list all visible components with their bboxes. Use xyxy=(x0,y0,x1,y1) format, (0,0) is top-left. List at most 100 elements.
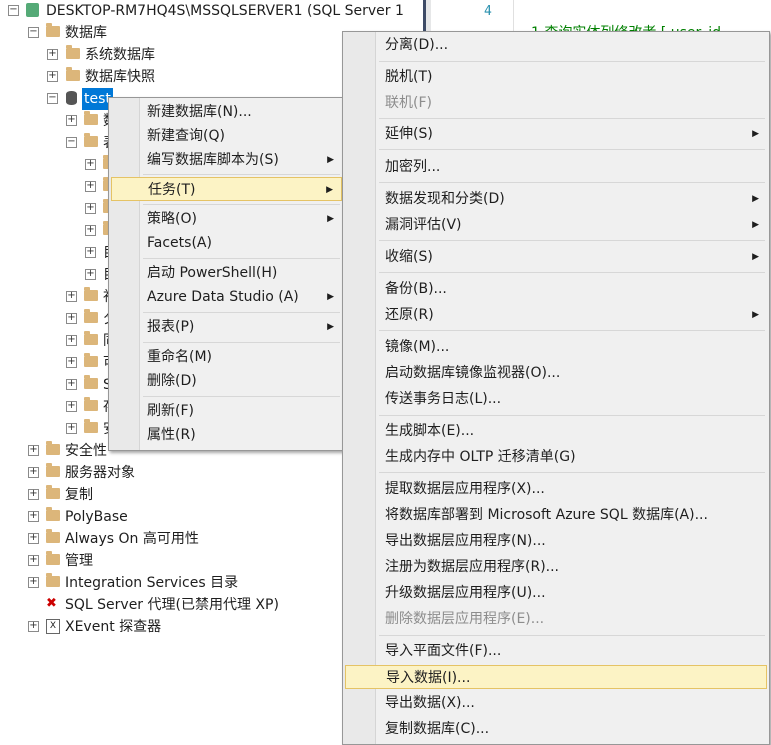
expand-icon[interactable]: + xyxy=(28,555,39,566)
menu-item-new-query[interactable]: 新建查询(Q) xyxy=(111,124,342,148)
menu-item-copy-database[interactable]: 复制数据库(C)... xyxy=(345,717,767,741)
menu-item-label: 升级数据层应用程序(U)... xyxy=(385,585,546,601)
expand-icon[interactable]: + xyxy=(85,203,96,214)
security-label: 安全性 xyxy=(65,443,107,459)
menu-item-label: 刷新(F) xyxy=(147,403,194,419)
database-context-menu: 新建数据库(N)... 新建查询(Q) 编写数据库脚本为(S) ▶ 任务(T) ▶ … xyxy=(108,97,345,451)
menu-item-label: 还原(R) xyxy=(385,307,434,323)
expand-icon[interactable]: + xyxy=(85,247,96,258)
expand-icon[interactable]: + xyxy=(66,115,77,126)
menu-item-encrypt-columns[interactable]: 加密列... xyxy=(345,155,767,179)
folder-icon xyxy=(46,485,60,499)
menu-item-facets[interactable]: Facets(A) xyxy=(111,231,342,255)
menu-item-export-dac[interactable]: 导出数据层应用程序(N)... xyxy=(345,529,767,553)
menu-item-label: 导出数据(X)... xyxy=(385,695,475,711)
menu-item-refresh[interactable]: 刷新(F) xyxy=(111,399,342,423)
expand-icon[interactable]: + xyxy=(85,269,96,280)
expand-icon[interactable]: + xyxy=(47,71,58,82)
expand-icon[interactable]: + xyxy=(28,621,39,632)
folder-icon xyxy=(46,441,60,455)
menu-item-label: 将数据库部署到 Microsoft Azure SQL 数据库(A)... xyxy=(385,507,708,523)
submenu-arrow-icon: ▶ xyxy=(327,214,334,224)
menu-item-oltp-checklist[interactable]: 生成内存中 OLTP 迁移清单(G) xyxy=(345,445,767,469)
menu-item-vulnerability[interactable]: 漏洞评估(V) ▶ xyxy=(345,213,767,237)
expand-icon[interactable]: + xyxy=(28,467,39,478)
menu-item-label: 加密列... xyxy=(385,159,441,175)
menu-item-extract-dac[interactable]: 提取数据层应用程序(X)... xyxy=(345,477,767,501)
menu-item-log-shipping[interactable]: 传送事务日志(L)... xyxy=(345,387,767,411)
menu-separator xyxy=(379,240,765,241)
menu-item-shrink[interactable]: 收缩(S) ▶ xyxy=(345,245,767,269)
menu-item-properties[interactable]: 属性(R) xyxy=(111,423,342,447)
integration-label: Integration Services 目录 xyxy=(65,575,239,591)
menu-item-tasks[interactable]: 任务(T) ▶ xyxy=(111,177,342,201)
collapse-icon[interactable]: − xyxy=(47,93,58,104)
menu-item-data-discovery[interactable]: 数据发现和分类(D) ▶ xyxy=(345,187,767,211)
menu-item-import-data[interactable]: 导入数据(I)... xyxy=(345,665,767,689)
menu-item-label: 注册为数据层应用程序(R)... xyxy=(385,559,560,575)
menu-item-deploy-azure[interactable]: 将数据库部署到 Microsoft Azure SQL 数据库(A)... xyxy=(345,503,767,527)
menu-separator xyxy=(379,61,765,62)
expand-icon[interactable]: + xyxy=(66,291,77,302)
menu-item-new-database[interactable]: 新建数据库(N)... xyxy=(111,100,342,124)
menu-item-mirror-monitor[interactable]: 启动数据库镜像监视器(O)... xyxy=(345,361,767,385)
expand-icon[interactable]: + xyxy=(85,225,96,236)
menu-separator xyxy=(379,149,765,150)
menu-item-rename[interactable]: 重命名(M) xyxy=(111,345,342,369)
folder-icon xyxy=(84,397,98,411)
menu-item-policies[interactable]: 策略(O) ▶ xyxy=(111,207,342,231)
expand-icon[interactable]: + xyxy=(28,489,39,500)
menu-item-script-database[interactable]: 编写数据库脚本为(S) ▶ xyxy=(111,148,342,172)
menu-item-register-dac[interactable]: 注册为数据层应用程序(R)... xyxy=(345,555,767,579)
expand-icon[interactable]: + xyxy=(28,445,39,456)
menu-item-restore[interactable]: 还原(R) ▶ xyxy=(345,303,767,327)
menu-item-generate-scripts[interactable]: 生成脚本(E)... xyxy=(345,419,767,443)
menu-item-label: 传送事务日志(L)... xyxy=(385,391,502,407)
menu-separator xyxy=(143,258,340,259)
expand-icon[interactable]: + xyxy=(66,423,77,434)
menu-item-export-data[interactable]: 导出数据(X)... xyxy=(345,691,767,715)
menu-item-label: Facets(A) xyxy=(147,235,212,251)
menu-item-reports[interactable]: 报表(P) ▶ xyxy=(111,315,342,339)
collapse-icon[interactable]: − xyxy=(8,5,19,16)
menu-separator xyxy=(379,272,765,273)
collapse-icon[interactable]: − xyxy=(28,27,39,38)
menu-item-label: 复制数据库(C)... xyxy=(385,721,490,737)
expand-icon[interactable]: + xyxy=(28,533,39,544)
menu-item-label: 启动数据库镜像监视器(O)... xyxy=(385,365,561,381)
menu-item-upgrade-dac[interactable]: 升级数据层应用程序(U)... xyxy=(345,581,767,605)
expand-icon[interactable]: + xyxy=(85,159,96,170)
folder-icon xyxy=(84,331,98,345)
expand-icon[interactable]: + xyxy=(28,577,39,588)
menu-item-import-flat-file[interactable]: 导入平面文件(F)... xyxy=(345,639,767,663)
expand-icon[interactable]: + xyxy=(66,313,77,324)
menu-item-azure-data-studio[interactable]: Azure Data Studio (A) ▶ xyxy=(111,285,342,309)
expand-icon[interactable]: + xyxy=(85,181,96,192)
menu-item-detach[interactable]: 分离(D)... xyxy=(345,33,767,57)
menu-item-label: 漏洞评估(V) xyxy=(385,217,462,233)
menu-item-label: 脱机(T) xyxy=(385,69,433,85)
menu-item-powershell[interactable]: 启动 PowerShell(H) xyxy=(111,261,342,285)
server-icon xyxy=(26,3,39,17)
databases-label: 数据库 xyxy=(65,25,107,41)
menu-item-backup[interactable]: 备份(B)... xyxy=(345,277,767,301)
menu-item-delete[interactable]: 删除(D) xyxy=(111,369,342,393)
expand-icon[interactable]: + xyxy=(66,379,77,390)
menu-item-stretch[interactable]: 延伸(S) ▶ xyxy=(345,122,767,146)
menu-item-mirror[interactable]: 镜像(M)... xyxy=(345,335,767,359)
expand-icon[interactable]: + xyxy=(66,335,77,346)
database-icon xyxy=(66,91,77,105)
menu-item-label: 延伸(S) xyxy=(385,126,433,142)
agent-disabled-icon: ✖ xyxy=(46,596,57,611)
expand-icon[interactable]: + xyxy=(66,357,77,368)
menu-item-take-offline[interactable]: 脱机(T) xyxy=(345,65,767,89)
menu-item-label: 启动 PowerShell(H) xyxy=(147,265,278,281)
submenu-arrow-icon: ▶ xyxy=(326,185,333,195)
menu-item-label: 新建查询(Q) xyxy=(147,128,225,144)
tasks-submenu: 分离(D)... 脱机(T) 联机(F) 延伸(S) ▶ 加密列... 数据发现和… xyxy=(342,31,770,745)
expand-icon[interactable]: + xyxy=(66,401,77,412)
expand-icon[interactable]: + xyxy=(28,511,39,522)
expand-icon[interactable]: + xyxy=(47,49,58,60)
collapse-icon[interactable]: − xyxy=(66,137,77,148)
xevent-icon: X xyxy=(46,619,60,634)
